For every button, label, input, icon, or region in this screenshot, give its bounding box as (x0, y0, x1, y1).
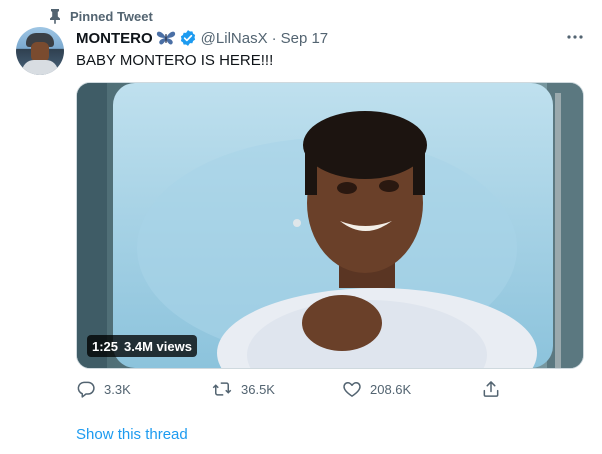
share-button[interactable] (481, 378, 501, 400)
pinned-tweet-indicator: Pinned Tweet (48, 7, 153, 25)
reply-button[interactable]: 3.3K (76, 378, 131, 400)
user-handle[interactable]: @LilNasX (201, 30, 268, 47)
retweet-count: 36.5K (241, 381, 275, 397)
heart-icon (342, 379, 362, 399)
reply-count: 3.3K (104, 381, 131, 397)
verified-badge-icon (179, 29, 197, 47)
reply-icon (76, 379, 96, 399)
video-media[interactable]: 1:25 3.4M views (76, 82, 584, 369)
tweet-text: BABY MONTERO IS HERE!!! (76, 52, 274, 69)
avatar[interactable] (16, 27, 64, 75)
pin-icon (48, 8, 62, 24)
tweet-date[interactable]: Sep 17 (281, 30, 329, 47)
display-name[interactable]: MONTERO (76, 30, 153, 47)
tweet-header: MONTERO @LilNasX · Sep 17 (76, 28, 586, 48)
like-count: 208.6K (370, 381, 412, 397)
video-duration: 1:25 (92, 338, 119, 354)
separator-dot: · (271, 29, 277, 47)
pinned-label: Pinned Tweet (70, 8, 153, 24)
retweet-icon (211, 379, 233, 399)
tweet-actions: 3.3K 36.5K 208.6K (76, 378, 499, 400)
retweet-button[interactable]: 36.5K (211, 378, 275, 400)
show-thread-link[interactable]: Show this thread (76, 426, 188, 443)
share-icon (481, 379, 501, 399)
more-options-icon[interactable] (564, 26, 586, 48)
video-views: 3.4M views (124, 338, 192, 354)
video-duration-badge: 1:25 3.4M views (87, 335, 197, 357)
butterfly-icon (156, 30, 176, 46)
video-thumbnail (77, 83, 583, 368)
like-button[interactable]: 208.6K (342, 378, 411, 400)
